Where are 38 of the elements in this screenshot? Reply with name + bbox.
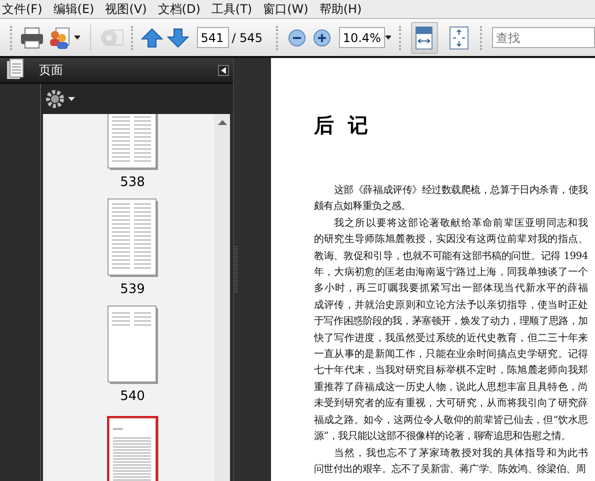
paragraph: 我之所以要将这部论著敬献给革命前辈匡亚明同志和我 的研究生导师陈旭麓教授，实因没有这两位前辈对我的指点、 教诲、敦促和引导，也就不可能有这部书稿的问世。记得 1994 年，大病初愈的匡老由海南返宁路过上海，同我单独谈了一个 多小时，再三叮嘱我要抓紧写出一部体现当代新水平的薛福 成评传，并就治史原则和立论方法予以亲切指导，使当时正处 于写作困惑阶段的我，茅塞顿开，焕发了动力，理顺了思路，加 快了写作进度，我虽然受过系统的近代史教育，但二三十年来 一直从事的是新闻工作，只能在业余时间搞点史学研究。记得 七十年代末，当我对研究目标举棋不定时，陈旭麓老师向我郑 重推荐了薛福成这一历史人物，说此人思想丰富且具特色，尚 未受到研究者的应有重视，大可研究，从而将我引向了研究薛 福成之路。如今，这两位令人敬仰的前辈皆已仙去，但“饮水思 源”，我只能以这部不很像样的论著，聊寄追思和告慰之情。 bbox=[314, 216, 588, 444]
scroll-up-icon[interactable] bbox=[218, 120, 226, 125]
menu-item[interactable]: 帮助(H) bbox=[319, 0, 362, 18]
left-arrow-icon bbox=[221, 66, 226, 74]
page-total: / 545 bbox=[232, 30, 262, 44]
fit-width-button[interactable] bbox=[411, 22, 438, 54]
paragraph: 这部《薛福成评传》经过数载爬梳，总算于日内杀青，使我 颇有点如释重负之感。 bbox=[314, 184, 588, 214]
page-number: 539 bbox=[120, 282, 145, 297]
gear-icon[interactable] bbox=[46, 90, 76, 108]
page-thumbnail[interactable] bbox=[106, 305, 158, 385]
zoom-in-icon[interactable] bbox=[313, 28, 332, 46]
page-thumbnail[interactable] bbox=[106, 416, 158, 481]
menu-item[interactable]: 编辑(E) bbox=[53, 0, 94, 18]
page-number: 540 bbox=[120, 389, 145, 404]
caret-icon[interactable] bbox=[384, 34, 392, 40]
page-number: 538 bbox=[120, 175, 145, 190]
printer-icon[interactable] bbox=[20, 26, 44, 48]
zoom-out-icon[interactable] bbox=[288, 28, 306, 46]
people-icon[interactable] bbox=[48, 26, 72, 50]
zoom-field[interactable]: 10.4% bbox=[338, 27, 385, 48]
menu-item[interactable]: 文档(D) bbox=[158, 0, 200, 18]
splitter-handle[interactable] bbox=[234, 246, 238, 294]
pages-icon[interactable] bbox=[6, 58, 24, 82]
menu-item[interactable]: 工具(T) bbox=[211, 0, 252, 18]
menu-item[interactable]: 视图(V) bbox=[105, 0, 147, 18]
menu-item[interactable]: 窗口(W) bbox=[263, 0, 308, 18]
collapse-button[interactable] bbox=[218, 64, 229, 76]
document-heading: 后 记 bbox=[314, 112, 369, 139]
caret-icon[interactable] bbox=[74, 34, 80, 40]
page-number-field[interactable]: 541 bbox=[196, 27, 229, 48]
panel-title: 页面 bbox=[39, 62, 64, 78]
search-field[interactable]: 查找 bbox=[492, 27, 595, 48]
menu-item[interactable]: 文件(F) bbox=[2, 0, 42, 18]
page-thumbnail[interactable] bbox=[106, 198, 158, 278]
paragraph: 当然，我也忘不了茅家琦教授对我的具体指导和为此书 问世付出的艰辛。忘不了吴新雷、蒋广学、陈效鸿、徐梁伯、周 bbox=[314, 446, 588, 477]
page-thumbnail[interactable] bbox=[106, 114, 158, 171]
previous-page-icon[interactable] bbox=[140, 28, 163, 48]
next-page-icon[interactable] bbox=[166, 28, 189, 48]
